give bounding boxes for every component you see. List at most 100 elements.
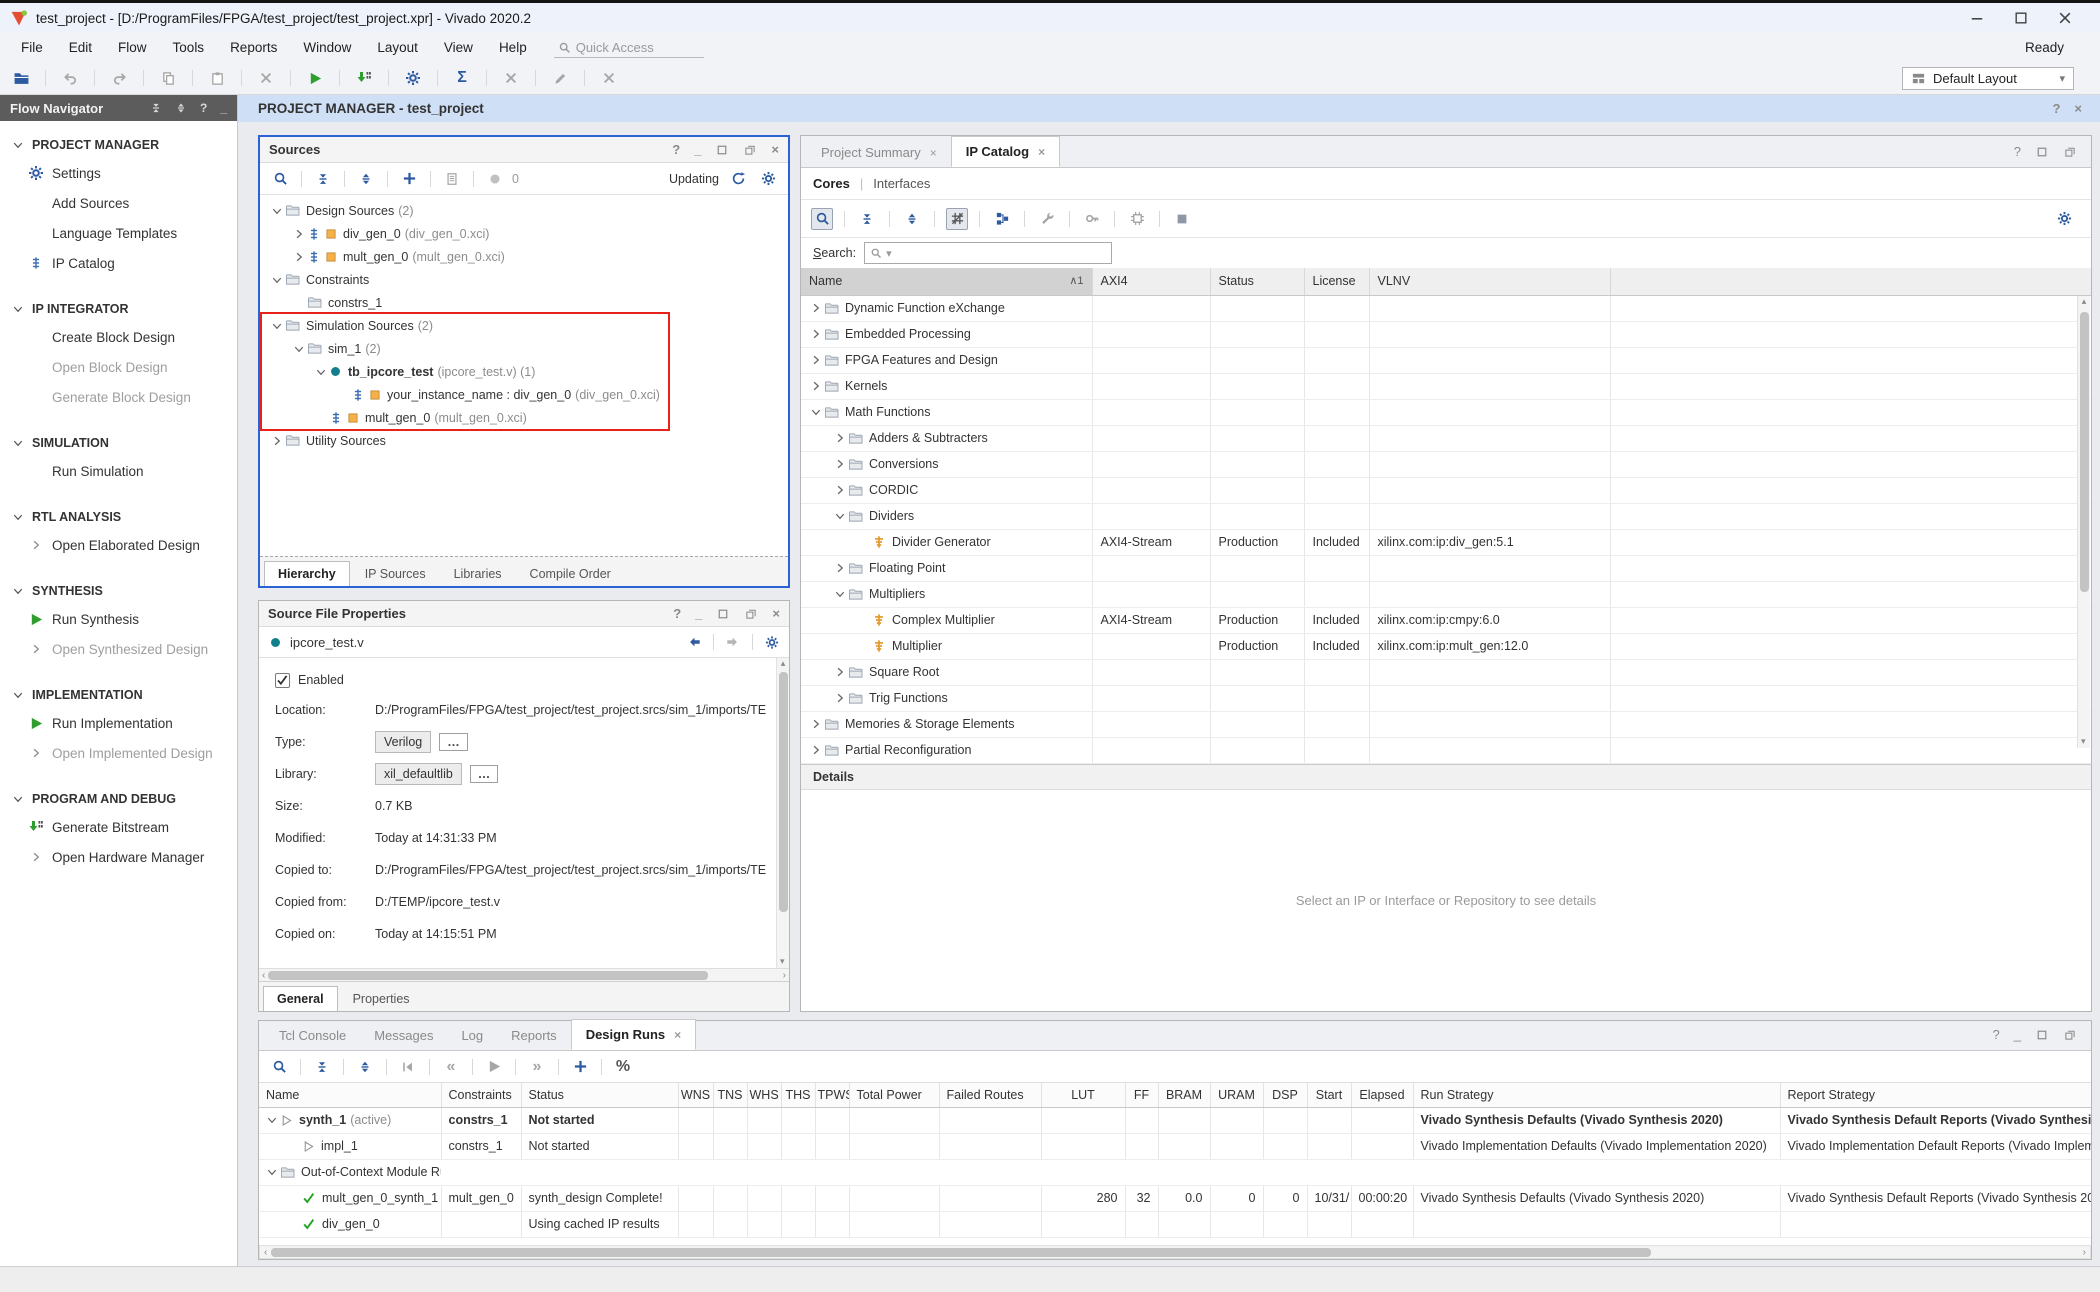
help-icon[interactable]: ?	[673, 606, 681, 621]
minimize-icon[interactable]: _	[695, 606, 702, 621]
flow-item-add-sources[interactable]: Add Sources	[0, 188, 237, 218]
float-icon[interactable]	[744, 607, 758, 621]
float-icon[interactable]	[2063, 145, 2077, 159]
column-header-whs[interactable]: WHS	[747, 1083, 781, 1107]
column-header-elapsed[interactable]: Elapsed	[1351, 1083, 1413, 1107]
flow-section-program-and-debug[interactable]: PROGRAM AND DEBUG	[0, 785, 237, 812]
properties-tab-general[interactable]: General	[263, 986, 338, 1011]
float-icon[interactable]	[2063, 1028, 2077, 1042]
help-icon[interactable]: ?	[200, 101, 207, 115]
design-run-row[interactable]: mult_gen_0_synth_1mult_gen_0synth_design…	[259, 1185, 2091, 1211]
column-header-total-power[interactable]: Total Power	[849, 1083, 939, 1107]
hide-filter-icon[interactable]	[946, 208, 968, 230]
flow-item-generate-bitstream[interactable]: Generate Bitstream	[0, 812, 237, 842]
menu-reports[interactable]: Reports	[217, 36, 290, 59]
help-icon[interactable]: ?	[1993, 1027, 2000, 1042]
edit-file-icon[interactable]	[441, 168, 463, 190]
enabled-checkbox[interactable]	[275, 673, 290, 688]
horizontal-scrollbar[interactable]: ‹›	[259, 1245, 2091, 1259]
column-header-lut[interactable]: LUT	[1041, 1083, 1125, 1107]
redo-icon[interactable]	[108, 67, 130, 89]
layout-selector[interactable]: Default Layout ▾	[1902, 67, 2074, 90]
flow-item-open-block-design[interactable]: Open Block Design	[0, 352, 237, 382]
close-icon[interactable]: ×	[2074, 101, 2082, 116]
chevron-down-icon[interactable]	[831, 588, 848, 600]
stop-icon[interactable]	[500, 67, 522, 89]
column-header-vlnv[interactable]: VLNV	[1369, 268, 1610, 295]
chevron-right-icon[interactable]	[807, 328, 824, 340]
go-to-start-icon[interactable]	[397, 1056, 419, 1078]
close-icon[interactable]: ×	[930, 146, 937, 160]
chevron-right-icon[interactable]	[807, 302, 824, 314]
sources-tab-compile-order[interactable]: Compile Order	[517, 562, 624, 586]
column-header-run-strategy[interactable]: Run Strategy	[1413, 1083, 1780, 1107]
column-header-dsp[interactable]: DSP	[1263, 1083, 1307, 1107]
flow-item-settings[interactable]: Settings	[0, 158, 237, 188]
tab-messages[interactable]: Messages	[360, 1021, 447, 1050]
gear-icon[interactable]	[2053, 208, 2075, 230]
flow-section-project-manager[interactable]: PROJECT MANAGER	[0, 131, 237, 158]
back-arrow-icon[interactable]	[687, 635, 701, 649]
close-icon[interactable]: ×	[674, 1028, 681, 1042]
search-icon[interactable]	[268, 1056, 290, 1078]
quick-access-search[interactable]: Quick Access	[554, 38, 704, 58]
chevron-down-icon[interactable]	[807, 406, 824, 418]
tab-project-summary[interactable]: Project Summary×	[807, 138, 951, 167]
copy-icon[interactable]	[157, 67, 179, 89]
delete-icon[interactable]	[255, 67, 277, 89]
chevron-down-icon[interactable]	[268, 320, 285, 332]
browse-button[interactable]: …	[439, 733, 468, 751]
vertical-scrollbar[interactable]: ▴▾	[776, 658, 789, 968]
menu-edit[interactable]: Edit	[56, 36, 105, 59]
window-minimize-button[interactable]	[1968, 9, 1986, 27]
chevron-right-icon[interactable]	[807, 380, 824, 392]
source-tree-row[interactable]: Utility Sources	[260, 429, 788, 452]
ip-catalog-row[interactable]: CORDIC	[801, 477, 2091, 503]
column-header-constraints[interactable]: Constraints	[441, 1083, 521, 1107]
search-icon[interactable]	[811, 208, 833, 230]
busy-badge-icon[interactable]	[484, 168, 506, 190]
help-icon[interactable]: ?	[672, 142, 680, 157]
flow-section-implementation[interactable]: IMPLEMENTATION	[0, 681, 237, 708]
source-tree-row[interactable]: sim_1(2)	[260, 337, 788, 360]
chevron-right-icon[interactable]	[831, 458, 848, 470]
minimize-icon[interactable]: _	[2014, 1027, 2021, 1042]
flow-section-ip-integrator[interactable]: IP INTEGRATOR	[0, 295, 237, 322]
float-icon[interactable]	[743, 143, 757, 157]
maximize-icon[interactable]	[2035, 145, 2049, 159]
subtab-interfaces[interactable]: Interfaces	[873, 176, 930, 191]
ip-catalog-row[interactable]: Conversions	[801, 451, 2091, 477]
ip-catalog-row[interactable]: Dynamic Function eXchange	[801, 295, 2091, 321]
chevron-right-icon[interactable]	[290, 228, 307, 240]
repository-settings-icon[interactable]	[1036, 208, 1058, 230]
edit-icon[interactable]	[549, 67, 571, 89]
menu-window[interactable]: Window	[290, 36, 364, 59]
flow-section-rtl-analysis[interactable]: RTL ANALYSIS	[0, 503, 237, 530]
column-header-tpws[interactable]: TPWS	[815, 1083, 849, 1107]
help-icon[interactable]: ?	[2014, 144, 2021, 159]
chevron-down-icon[interactable]	[263, 1166, 280, 1178]
tab-reports[interactable]: Reports	[497, 1021, 571, 1050]
flow-item-open-hardware-manager[interactable]: Open Hardware Manager	[0, 842, 237, 872]
package-icon[interactable]	[1171, 208, 1193, 230]
chevron-down-icon[interactable]	[263, 1114, 280, 1126]
flow-item-create-block-design[interactable]: Create Block Design	[0, 322, 237, 352]
ip-catalog-row[interactable]: Multipliers	[801, 581, 2091, 607]
expand-all-icon[interactable]	[901, 208, 923, 230]
gear-icon[interactable]	[765, 635, 779, 649]
chevron-right-icon[interactable]	[290, 251, 307, 263]
design-run-row[interactable]: synth_1 (active)constrs_1Not startedViva…	[259, 1107, 2091, 1133]
chevron-right-icon[interactable]	[807, 718, 824, 730]
column-header-ff[interactable]: FF	[1125, 1083, 1158, 1107]
tab-ip-catalog[interactable]: IP Catalog×	[951, 136, 1060, 167]
sources-tab-hierarchy[interactable]: Hierarchy	[264, 561, 350, 586]
library-input[interactable]: xil_defaultlib	[375, 763, 462, 785]
source-tree-row[interactable]: Design Sources(2)	[260, 199, 788, 222]
horizontal-scrollbar[interactable]: ‹›	[259, 968, 789, 981]
expand-all-icon[interactable]	[354, 1056, 376, 1078]
column-header-name[interactable]: Name	[259, 1083, 441, 1107]
flow-item-ip-catalog[interactable]: IP Catalog	[0, 248, 237, 278]
close-icon[interactable]: ×	[771, 142, 779, 157]
ip-catalog-row[interactable]: Math Functions	[801, 399, 2091, 425]
step-forward-icon[interactable]: »	[526, 1056, 548, 1078]
